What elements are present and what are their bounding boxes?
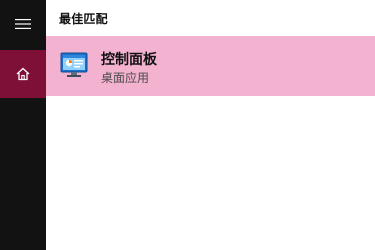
result-subtitle: 桌面应用	[101, 71, 150, 85]
section-title: 最佳匹配	[59, 12, 108, 26]
menu-button[interactable]	[0, 0, 46, 48]
best-match-result[interactable]: 控制面板 桌面应用	[46, 36, 375, 96]
results-panel: 最佳匹配 控制面板 桌面应用	[46, 0, 375, 250]
search-window: 最佳匹配 控制面板 桌面应用	[0, 0, 375, 250]
home-button[interactable]	[0, 50, 46, 98]
hamburger-menu-icon	[15, 19, 31, 29]
left-rail	[0, 0, 46, 250]
control-panel-icon	[60, 52, 88, 77]
home-icon	[16, 67, 30, 81]
result-title: 控制面板	[101, 52, 157, 68]
